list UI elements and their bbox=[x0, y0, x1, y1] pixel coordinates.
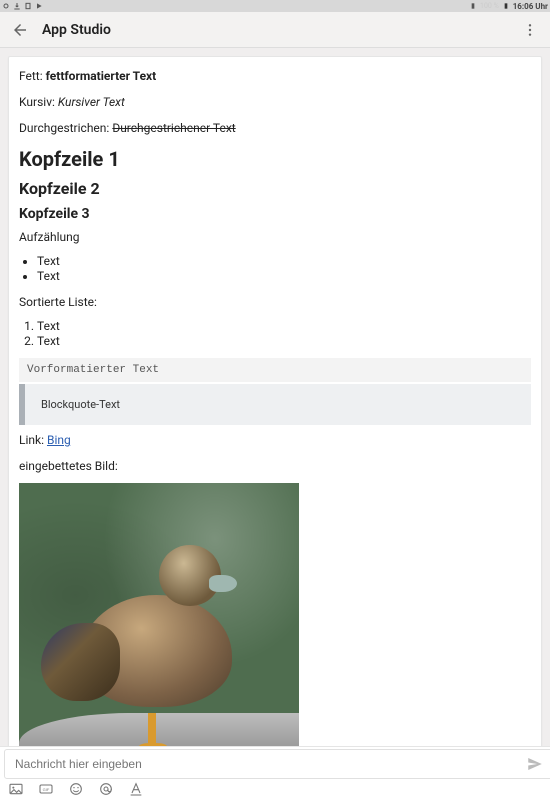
list-item: Text bbox=[37, 269, 531, 283]
format-icon[interactable] bbox=[128, 781, 144, 797]
mention-icon[interactable] bbox=[98, 781, 114, 797]
status-icon-battery bbox=[502, 2, 510, 10]
content-scroll[interactable]: Fett: fettformatierter Text Kursiv: Kurs… bbox=[0, 48, 550, 746]
compose-input-wrapper[interactable] bbox=[4, 749, 550, 779]
message-input[interactable] bbox=[15, 757, 517, 771]
android-status-bar: 100 % 16:06 Uhr bbox=[0, 0, 550, 12]
bold-value: fettformatierter Text bbox=[46, 69, 157, 83]
message-card: Fett: fettformatierter Text Kursiv: Kurs… bbox=[8, 56, 542, 746]
strike-demo: Durchgestrichen: Durchgestrichener Text bbox=[19, 119, 531, 137]
bing-link[interactable]: Bing bbox=[47, 433, 71, 447]
italic-label: Kursiv: bbox=[19, 95, 55, 109]
heading-2: Kopfzeile 2 bbox=[19, 179, 531, 198]
bold-demo: Fett: fettformatierter Text bbox=[19, 67, 531, 85]
send-button[interactable] bbox=[525, 754, 545, 774]
link-demo: Link: Bing bbox=[19, 431, 531, 449]
ul-label: Aufzählung bbox=[19, 228, 531, 246]
preformatted-text: Vorformatierter Text bbox=[19, 358, 531, 382]
compose-toolbar: GIF bbox=[0, 779, 550, 799]
blockquote: Blockquote-Text bbox=[19, 384, 531, 425]
status-clock: 16:06 Uhr bbox=[513, 2, 548, 11]
list-item: Text bbox=[37, 254, 531, 268]
status-icon-play bbox=[35, 2, 43, 10]
list-item: Text bbox=[37, 334, 531, 348]
embedded-image bbox=[19, 483, 299, 746]
compose-bar: GIF bbox=[0, 746, 550, 800]
italic-demo: Kursiv: Kursiver Text bbox=[19, 93, 531, 111]
status-icon-gear bbox=[2, 2, 10, 10]
strike-value: Durchgestrichener Text bbox=[112, 121, 235, 135]
emoji-icon[interactable] bbox=[68, 781, 84, 797]
app-header: App Studio bbox=[0, 12, 550, 48]
app-title: App Studio bbox=[32, 22, 518, 38]
strike-label: Durchgestrichen: bbox=[19, 121, 109, 135]
bold-label: Fett: bbox=[19, 69, 43, 83]
status-icon-download bbox=[13, 2, 21, 10]
ol-label: Sortierte Liste: bbox=[19, 293, 531, 311]
link-label: Link: bbox=[19, 433, 44, 447]
more-options-button[interactable] bbox=[518, 18, 542, 42]
ordered-list: Text Text bbox=[37, 319, 531, 348]
heading-3: Kopfzeile 3 bbox=[19, 206, 531, 222]
svg-text:GIF: GIF bbox=[43, 787, 50, 792]
heading-1: Kopfzeile 1 bbox=[19, 147, 531, 171]
list-item: Text bbox=[37, 319, 531, 333]
unordered-list: Text Text bbox=[37, 254, 531, 283]
status-icon-vibrate bbox=[469, 2, 477, 10]
status-signal-text: 100 % bbox=[480, 2, 499, 10]
gif-icon[interactable]: GIF bbox=[38, 781, 54, 797]
italic-value: Kursiver Text bbox=[58, 95, 125, 109]
status-icon-clipboard bbox=[24, 2, 32, 10]
image-icon[interactable] bbox=[8, 781, 24, 797]
embedded-label: eingebettetes Bild: bbox=[19, 457, 531, 475]
back-button[interactable] bbox=[8, 18, 32, 42]
